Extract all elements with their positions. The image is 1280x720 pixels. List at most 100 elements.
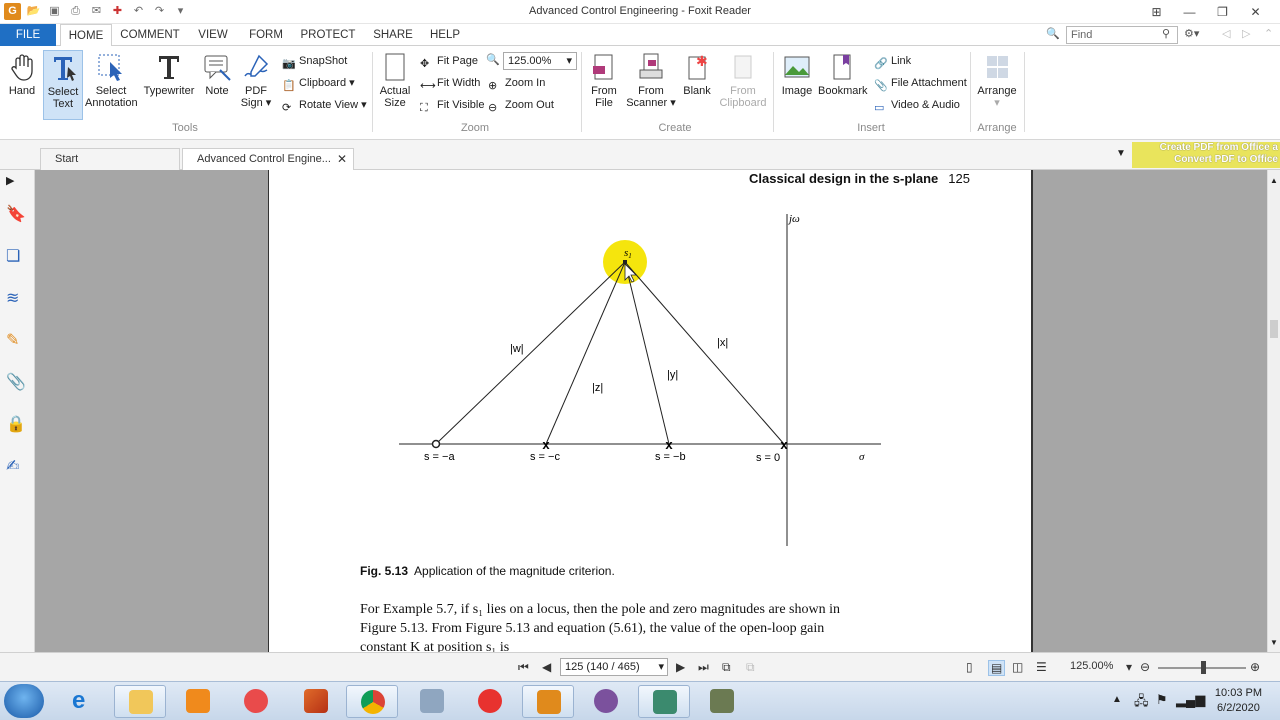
tray-flag-icon[interactable]: ⚑ xyxy=(1156,692,1168,708)
tab-comment[interactable]: COMMENT xyxy=(116,24,184,46)
restore-button[interactable]: ❐ xyxy=(1206,2,1239,22)
minimize-button[interactable]: — xyxy=(1173,2,1206,22)
hand-button[interactable]: Hand xyxy=(4,50,40,116)
layers-panel-icon[interactable]: ≋ xyxy=(6,288,26,310)
settings-icon[interactable]: ⚙▾ xyxy=(1184,27,1199,40)
actual-size-button[interactable]: Actual Size xyxy=(378,50,412,116)
tab-document[interactable]: Advanced Control Engine... ✕ xyxy=(182,148,354,170)
tab-home[interactable]: HOME xyxy=(60,24,112,47)
zoom-out-button[interactable]: ⊖ Zoom Out xyxy=(488,96,554,114)
taskbar-snipping-tool[interactable] xyxy=(230,685,282,718)
taskbar-app[interactable] xyxy=(406,685,458,718)
back-icon[interactable]: ◁ xyxy=(1222,27,1230,40)
typewriter-label: Typewriter xyxy=(143,85,195,97)
tab-view[interactable]: VIEW xyxy=(192,24,234,46)
zoom-in-button[interactable]: ⊕ Zoom In xyxy=(488,74,545,92)
taskbar-media-player[interactable] xyxy=(172,685,224,718)
image-button[interactable]: Image xyxy=(780,50,814,116)
zoom-in-icon[interactable]: ⊕ xyxy=(1250,660,1260,674)
page-number-value: 125 (140 / 465) xyxy=(565,661,640,673)
blank-button[interactable]: ✱ Blank xyxy=(682,50,712,116)
taskbar-viber[interactable] xyxy=(580,685,632,718)
snapshot-button[interactable]: 📷 SnapShot xyxy=(282,52,347,70)
scroll-down-icon[interactable]: ▼ xyxy=(1270,638,1278,647)
document-view[interactable]: Classical design in the s-plane 125 x x x… xyxy=(35,170,1267,652)
single-page-icon[interactable]: ▯ xyxy=(966,660,973,674)
taskbar-weibo[interactable] xyxy=(464,685,516,718)
pages-panel-icon[interactable]: ❏ xyxy=(6,246,26,268)
bookmark-button[interactable]: Bookmark xyxy=(818,50,868,116)
next-page-icon[interactable]: ▶ xyxy=(676,660,685,674)
expand-panel-icon[interactable]: ▶ xyxy=(6,174,26,196)
tab-start[interactable]: Start xyxy=(40,148,180,170)
comments-panel-icon[interactable]: ✎ xyxy=(6,330,26,352)
fit-page-button[interactable]: ✥ Fit Page xyxy=(420,52,478,70)
tab-share[interactable]: SHARE xyxy=(368,24,418,46)
fit-visible-button[interactable]: ⛶ Fit Visible xyxy=(420,96,484,114)
fit-width-button[interactable]: ⟷Fit Width xyxy=(420,74,480,92)
select-text-button[interactable]: Select Text xyxy=(43,50,83,120)
taskbar-network-tool[interactable] xyxy=(638,685,690,718)
forward-icon[interactable]: ▷ xyxy=(1242,27,1250,40)
clipboard-button[interactable]: 📋 Clipboard ▾ xyxy=(282,74,355,92)
tab-list-dropdown-icon[interactable]: ▼ xyxy=(1116,148,1126,159)
collapse-ribbon-icon[interactable]: ⌃ xyxy=(1264,27,1273,40)
scanner-icon xyxy=(639,53,663,79)
taskbar-tool[interactable] xyxy=(696,685,748,718)
link-button[interactable]: 🔗 Link xyxy=(874,52,911,70)
scroll-up-icon[interactable]: ▲ xyxy=(1270,176,1278,185)
taskbar-chrome[interactable] xyxy=(346,685,398,718)
file-attachment-button[interactable]: 📎 File Attachment xyxy=(874,74,967,92)
facing-pages-icon[interactable]: ◫ xyxy=(1012,660,1023,674)
search-icon[interactable]: ⚲ xyxy=(1162,27,1170,40)
previous-view-icon[interactable]: ⧉ xyxy=(722,660,731,675)
close-tab-icon[interactable]: ✕ xyxy=(337,149,347,169)
bookmarks-panel-icon[interactable]: 🔖 xyxy=(6,204,26,226)
clock[interactable]: 10:03 PM 6/2/2020 xyxy=(1215,686,1262,716)
scroll-thumb[interactable] xyxy=(1270,320,1278,338)
from-scanner-button[interactable]: From Scanner ▾ xyxy=(626,50,676,116)
video-audio-button[interactable]: ▭ Video & Audio xyxy=(874,96,960,114)
zoom-slider-thumb[interactable] xyxy=(1201,661,1206,674)
taskbar-internet-explorer[interactable]: e xyxy=(58,685,110,718)
vertical-scrollbar[interactable]: ▲ ▼ xyxy=(1267,170,1280,652)
continuous-page-icon[interactable]: ▤ xyxy=(988,660,1006,676)
tab-file[interactable]: FILE xyxy=(0,24,56,46)
tab-protect[interactable]: PROTECT xyxy=(298,24,358,46)
show-hidden-icons[interactable]: ▲ xyxy=(1112,694,1122,705)
rotate-view-button[interactable]: ⟳ Rotate View ▾ xyxy=(282,96,367,114)
previous-page-icon[interactable]: ◀ xyxy=(542,660,551,674)
close-button[interactable]: ✕ xyxy=(1239,2,1272,22)
note-button[interactable]: Note xyxy=(200,50,234,116)
from-file-button[interactable]: From File xyxy=(588,50,620,116)
tab-help[interactable]: HELP xyxy=(426,24,464,46)
tab-form[interactable]: FORM xyxy=(244,24,288,46)
zoom-dropdown-icon[interactable]: ▾ xyxy=(1126,660,1132,674)
from-clipboard-button[interactable]: From Clipboard xyxy=(718,50,768,116)
next-view-icon[interactable]: ⧉ xyxy=(746,660,755,675)
last-page-icon[interactable]: ⏭ xyxy=(698,660,709,675)
page-number-combo[interactable]: 125 (140 / 465) ▾ xyxy=(560,658,668,676)
taskbar-matlab[interactable] xyxy=(290,685,342,718)
taskbar-foxit-reader[interactable] xyxy=(522,685,574,718)
zoom-out-icon[interactable]: ⊖ xyxy=(1140,660,1150,674)
zoom-combo[interactable]: 125.00% ▾ xyxy=(503,52,577,70)
signature-panel-icon[interactable]: ✍ xyxy=(6,456,26,478)
attachments-panel-icon[interactable]: 📎 xyxy=(6,372,26,394)
tray-network-icon[interactable]: ▂▄▆ xyxy=(1176,692,1205,708)
dropdown-arrow-icon: ▾ xyxy=(346,77,355,89)
security-panel-icon[interactable]: 🔒 xyxy=(6,414,26,436)
ribbon-toggle-icon[interactable]: ⊞ xyxy=(1140,2,1173,22)
tray-device-icon[interactable]: 🖧 xyxy=(1134,692,1149,714)
search-folder-icon[interactable]: 🔍 xyxy=(1046,27,1060,40)
vector-x xyxy=(624,261,785,445)
start-button[interactable] xyxy=(4,684,44,718)
first-page-icon[interactable]: ⏮ xyxy=(518,660,529,675)
continuous-facing-icon[interactable]: ☰ xyxy=(1036,660,1047,674)
select-annotation-button[interactable]: Select Annotation xyxy=(85,50,138,116)
taskbar-file-explorer[interactable] xyxy=(114,685,166,718)
promo-banner[interactable]: Create PDF from Office a Convert PDF to O… xyxy=(1132,142,1280,168)
pdf-sign-button[interactable]: PDF Sign ▾ xyxy=(238,50,274,116)
arrange-button[interactable]: Arrange ▾ xyxy=(976,50,1018,116)
typewriter-button[interactable]: Typewriter xyxy=(142,50,196,116)
